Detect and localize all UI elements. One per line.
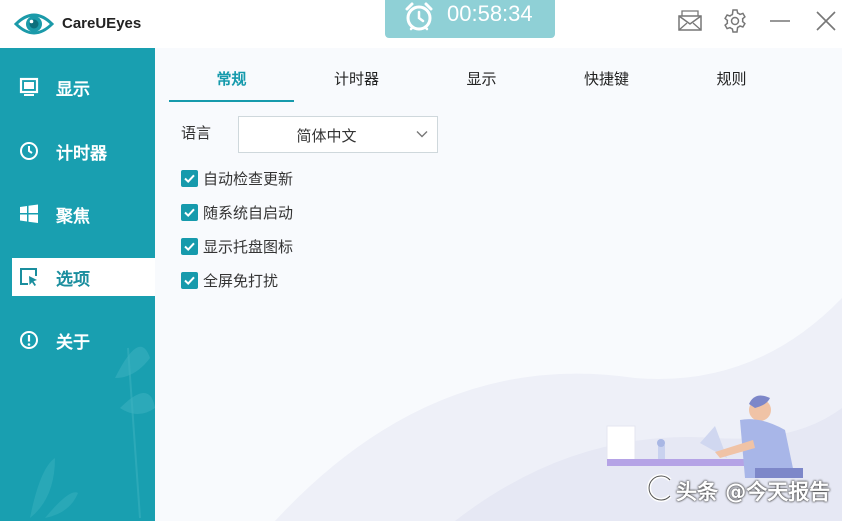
sidebar-item-label: 计时器 (56, 143, 107, 164)
language-label: 语言 (181, 124, 212, 142)
sidebar-item-options[interactable]: 选项 (12, 258, 155, 296)
countdown-timer[interactable]: 00:58:34 (385, 0, 555, 38)
sidebar: 显示 计时器 聚焦 选项 关于 (0, 48, 155, 521)
timer-readout: 00:58:34 (447, 1, 533, 26)
checkmark-icon (181, 203, 198, 221)
watermark: 头条 @今天报告 (642, 462, 842, 510)
cursor-select-icon (18, 266, 40, 288)
tab-rules[interactable]: 规则 (669, 64, 794, 102)
sidebar-item-about[interactable]: 关于 (12, 321, 155, 359)
checkbox-label: 自动检查更新 (203, 169, 294, 188)
checkbox-label: 全屏免打扰 (203, 271, 279, 290)
app-title: CareUEyes (62, 15, 142, 32)
mail-icon (678, 10, 702, 31)
eye-logo-icon (14, 13, 54, 35)
minimize-button[interactable] (767, 8, 793, 34)
tab-shortcuts[interactable]: 快捷键 (544, 64, 669, 102)
clock-icon (18, 140, 40, 162)
sidebar-item-label: 显示 (56, 79, 90, 100)
tray-icon-checkbox[interactable]: 显示托盘图标 (181, 235, 293, 257)
tab-general[interactable]: 常规 (169, 64, 294, 102)
settings-button[interactable] (722, 8, 748, 34)
auto-update-checkbox[interactable]: 自动检查更新 (181, 167, 293, 189)
windows-icon (18, 203, 40, 225)
alarm-clock-icon (405, 2, 433, 31)
sidebar-item-label: 聚焦 (56, 206, 90, 227)
sidebar-item-display[interactable]: 显示 (12, 68, 155, 106)
autostart-checkbox[interactable]: 随系统自启动 (181, 201, 293, 223)
minimize-icon (770, 20, 790, 22)
language-select[interactable]: 简体中文 (238, 116, 438, 153)
tab-display[interactable]: 显示 (419, 64, 544, 102)
watermark-text: 头条 @今天报告 (676, 480, 831, 504)
language-select-value: 简体中文 (296, 127, 357, 145)
chevron-down-icon (416, 131, 428, 138)
sidebar-item-label: 关于 (56, 332, 90, 353)
sidebar-item-label: 选项 (56, 269, 90, 290)
tab-timer[interactable]: 计时器 (294, 64, 419, 102)
sidebar-item-timer[interactable]: 计时器 (12, 132, 155, 170)
checkmark-icon (181, 237, 198, 255)
fullscreen-dnd-checkbox[interactable]: 全屏免打扰 (181, 269, 278, 291)
close-icon (816, 11, 836, 31)
feedback-button[interactable] (677, 8, 703, 34)
options-panel: 常规 计时器 显示 快捷键 规则 语言 简体中文 自动检查更新 随系统自启动 显… (155, 48, 842, 521)
checkbox-label: 显示托盘图标 (203, 237, 294, 256)
checkmark-icon (181, 271, 198, 289)
sidebar-item-focus[interactable]: 聚焦 (12, 195, 155, 233)
info-icon (18, 329, 40, 351)
tab-bar: 常规 计时器 显示 快捷键 规则 (169, 64, 829, 104)
title-bar: CareUEyes 00:58:34 (0, 0, 842, 48)
gear-icon (724, 9, 746, 33)
close-button[interactable] (813, 8, 839, 34)
monitor-icon (18, 76, 40, 98)
checkbox-label: 随系统自启动 (203, 203, 294, 222)
watermark-logo-icon (647, 474, 672, 502)
checkmark-icon (181, 169, 198, 187)
